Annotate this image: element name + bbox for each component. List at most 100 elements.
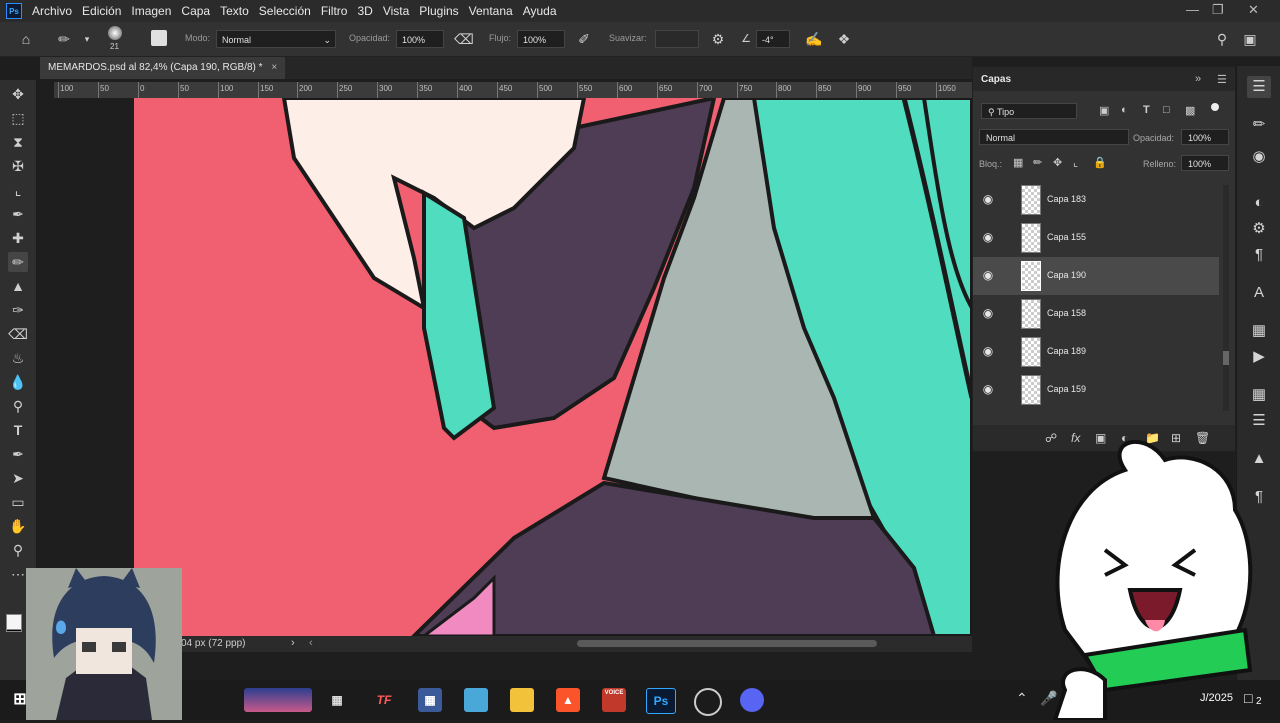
hand-tool-icon[interactable]: ✋ bbox=[8, 516, 28, 536]
actions-play-icon[interactable]: ▶ bbox=[1247, 346, 1271, 368]
filter-smart-icon[interactable]: ▩ bbox=[1185, 104, 1195, 117]
chevron-left-icon[interactable]: ‹ bbox=[309, 637, 313, 649]
visibility-eye-icon[interactable]: ◉ bbox=[981, 344, 995, 358]
type-tool-icon[interactable]: T bbox=[8, 420, 28, 440]
layer-row[interactable]: ◉ Capa 158 bbox=[973, 295, 1219, 333]
horizontal-scrollbar[interactable] bbox=[577, 640, 877, 647]
discord-icon[interactable] bbox=[740, 688, 764, 712]
lock-move-icon[interactable]: ✥ bbox=[1053, 156, 1062, 169]
lock-all-icon[interactable]: 🔒 bbox=[1093, 156, 1107, 169]
menu-edicion[interactable]: Edición bbox=[82, 4, 121, 18]
layer-row[interactable]: ◉ Capa 183 bbox=[973, 181, 1219, 219]
opacity-input[interactable]: 100% bbox=[396, 30, 444, 48]
layers-icon[interactable]: ☰ bbox=[1247, 76, 1271, 98]
photoshop-taskbar-icon[interactable]: Ps bbox=[646, 688, 676, 714]
symmetry-icon[interactable]: ❖ bbox=[835, 30, 853, 48]
filter-shape-icon[interactable]: □ bbox=[1163, 104, 1170, 116]
move-tool-icon[interactable]: ✥ bbox=[8, 84, 28, 104]
layers-scrollbar[interactable] bbox=[1223, 185, 1229, 411]
filter-adjust-icon[interactable]: ◐ bbox=[1121, 104, 1128, 116]
more-tools-icon[interactable]: ⋯ bbox=[8, 564, 28, 584]
airbrush-icon[interactable]: ✐ bbox=[575, 30, 593, 48]
artwork-canvas[interactable] bbox=[134, 98, 972, 636]
document-tab[interactable]: MEMARDOS.psd al 82,4% (Capa 190, RGB/8) … bbox=[40, 57, 286, 79]
pressure-opacity-icon[interactable]: ⌫ bbox=[454, 30, 474, 48]
zoom-tool-icon[interactable]: ⚲ bbox=[8, 540, 28, 560]
adjustments-icon[interactable]: ◐ bbox=[1247, 192, 1271, 214]
brush-tool-icon[interactable]: ✏ bbox=[55, 30, 73, 48]
brush-tool-icon[interactable]: ✏ bbox=[8, 252, 28, 272]
pressure-size-icon[interactable]: ✍ bbox=[805, 30, 823, 48]
notes-icon[interactable] bbox=[464, 688, 488, 712]
stamp-tool-icon[interactable]: ▲ bbox=[8, 276, 28, 296]
eraser-icon[interactable]: ⌫ bbox=[8, 324, 28, 344]
chevron-down-icon[interactable]: ▾ bbox=[78, 30, 96, 48]
brush-panel-toggle-icon[interactable] bbox=[151, 30, 167, 46]
lock-artboard-icon[interactable]: ⌞ bbox=[1073, 156, 1078, 169]
close-tab-icon[interactable]: × bbox=[271, 62, 277, 73]
marquee-tool-icon[interactable]: ⬚ bbox=[8, 108, 28, 128]
filter-image-icon[interactable]: ▣ bbox=[1099, 104, 1109, 117]
crop-tool-icon[interactable]: ⌞ bbox=[8, 180, 28, 200]
menu-ventana[interactable]: Ventana bbox=[469, 4, 513, 18]
character-icon[interactable]: A bbox=[1247, 282, 1271, 304]
brush-preview-icon[interactable] bbox=[108, 26, 122, 40]
dodge-tool-icon[interactable]: ⚲ bbox=[8, 396, 28, 416]
paragraph-icon[interactable]: ¶ bbox=[1247, 244, 1271, 266]
lasso-tool-icon[interactable]: ⧗ bbox=[8, 132, 28, 152]
fill-input[interactable]: 100% bbox=[1181, 155, 1229, 171]
layer-row[interactable]: ◉ Capa 159 bbox=[973, 371, 1219, 409]
lock-transparency-icon[interactable]: ▦ bbox=[1013, 156, 1023, 169]
home-icon[interactable]: ⌂ bbox=[17, 30, 35, 48]
filter-type-icon[interactable]: T bbox=[1143, 104, 1150, 116]
layer-row[interactable]: ◉ Capa 155 bbox=[973, 219, 1219, 257]
search-icon[interactable]: ⚲ bbox=[1213, 30, 1231, 48]
menu-archivo[interactable]: Archivo bbox=[32, 4, 72, 18]
lock-paint-icon[interactable]: ✏ bbox=[1033, 156, 1042, 169]
menu-filtro[interactable]: Filtro bbox=[321, 4, 348, 18]
swatches-icon[interactable]: ▦ bbox=[1247, 384, 1271, 406]
color-icon[interactable]: ◉ bbox=[1247, 146, 1271, 168]
brush-settings-icon[interactable]: ✏ bbox=[1247, 114, 1271, 136]
menu-imagen[interactable]: Imagen bbox=[131, 4, 171, 18]
collapse-icon[interactable]: » bbox=[1195, 73, 1201, 85]
gear-icon[interactable]: ⚙ bbox=[709, 30, 727, 48]
filter-toggle-icon[interactable] bbox=[1211, 103, 1219, 111]
layer-row[interactable]: ◉ Capa 189 bbox=[973, 333, 1219, 371]
calculator-icon[interactable]: ▦ bbox=[418, 688, 442, 712]
flow-input[interactable]: 100% bbox=[517, 30, 565, 48]
layer-row-selected[interactable]: ◉ Capa 190 bbox=[973, 257, 1219, 295]
libraries-icon[interactable]: ▦ bbox=[1247, 320, 1271, 342]
visibility-eye-icon[interactable]: ◉ bbox=[981, 268, 995, 282]
chevron-right-icon[interactable]: › bbox=[291, 637, 295, 649]
rectangle-tool-icon[interactable]: ▭ bbox=[8, 492, 28, 512]
visibility-eye-icon[interactable]: ◉ bbox=[981, 306, 995, 320]
menu-plugins[interactable]: Plugins bbox=[419, 4, 458, 18]
tf-app-icon[interactable]: TF bbox=[372, 688, 396, 712]
minimize-icon[interactable]: — bbox=[1186, 2, 1199, 17]
brave-icon[interactable]: ▲ bbox=[556, 688, 580, 712]
layer-filter-select[interactable]: ⚲ Tipo bbox=[981, 103, 1077, 119]
voicemeeter-icon[interactable]: VOICE bbox=[602, 688, 626, 712]
menu-capa[interactable]: Capa bbox=[181, 4, 210, 18]
menu-ayuda[interactable]: Ayuda bbox=[523, 4, 557, 18]
workspace-icon[interactable]: ▣ bbox=[1241, 30, 1259, 48]
path-select-icon[interactable]: ➤ bbox=[8, 468, 28, 488]
paint-bucket-icon[interactable]: ♨ bbox=[8, 348, 28, 368]
menu-texto[interactable]: Texto bbox=[220, 4, 249, 18]
restore-icon[interactable]: ❐ bbox=[1212, 2, 1224, 18]
blur-tool-icon[interactable]: 💧 bbox=[8, 372, 28, 392]
mode-select[interactable]: Normal ⌄ bbox=[216, 30, 336, 48]
close-icon[interactable]: ✕ bbox=[1248, 2, 1259, 18]
properties-icon[interactable]: ⚙ bbox=[1247, 218, 1271, 240]
history-brush-icon[interactable]: ✑ bbox=[8, 300, 28, 320]
tray-chevron-icon[interactable]: ⌃ bbox=[1016, 690, 1028, 707]
layer-opacity-input[interactable]: 100% bbox=[1181, 129, 1229, 145]
visibility-eye-icon[interactable]: ◉ bbox=[981, 192, 995, 206]
layers-panel-title[interactable]: Capas bbox=[981, 74, 1011, 85]
visibility-eye-icon[interactable]: ◉ bbox=[981, 382, 995, 396]
task-view-icon[interactable]: ▦ bbox=[325, 688, 349, 712]
visibility-eye-icon[interactable]: ◉ bbox=[981, 230, 995, 244]
panel-menu-icon[interactable]: ☰ bbox=[1217, 73, 1227, 86]
file-explorer-icon[interactable] bbox=[510, 688, 534, 712]
